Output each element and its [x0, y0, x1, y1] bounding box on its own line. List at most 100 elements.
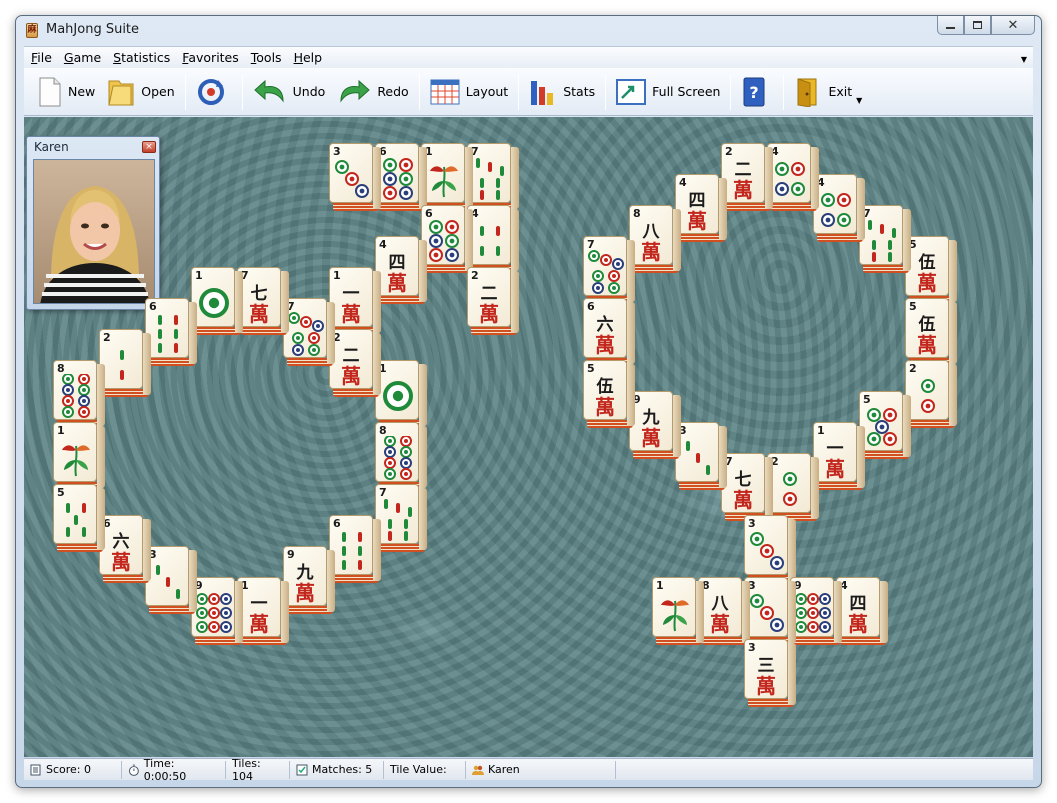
mahjong-tile[interactable]: 1 — [191, 267, 243, 335]
close-button[interactable]: ✕ — [991, 16, 1035, 35]
mahjong-tile[interactable]: 3 — [145, 546, 197, 614]
mahjong-tile[interactable]: 4四萬 — [675, 174, 727, 242]
new-button[interactable]: New — [32, 72, 101, 112]
menu-label-rest: elp — [302, 50, 323, 65]
mahjong-tile[interactable]: 7 — [467, 143, 519, 211]
mahjong-tile[interactable]: 7 — [583, 236, 635, 304]
layout-button[interactable]: Layout — [424, 72, 515, 112]
mahjong-tile[interactable]: 8八萬 — [698, 577, 750, 645]
mahjong-tile[interactable]: 8八萬 — [629, 205, 681, 273]
mahjong-tile[interactable]: 1一萬 — [237, 577, 289, 645]
undo-button[interactable]: Undo — [247, 72, 332, 112]
mahjong-tile[interactable]: 1 — [53, 422, 105, 490]
dots-suit-icon — [921, 379, 935, 413]
mahjong-tile[interactable]: 5 — [53, 484, 105, 552]
redo-button[interactable]: Redo — [331, 72, 414, 112]
mahjong-tile[interactable]: 5伍萬 — [583, 360, 635, 428]
mahjong-tile[interactable]: 7 — [859, 205, 911, 273]
menu-statistics[interactable]: Statistics — [108, 50, 175, 65]
tile-wan-glyph: 萬 — [595, 395, 615, 419]
mahjong-tile[interactable]: 4四萬 — [375, 236, 427, 304]
game-board: 3617644四萬2二萬17七萬1一萬6722二萬8118576六萬639九萬9… — [24, 117, 1033, 757]
dots-suit-icon — [867, 408, 897, 446]
mahjong-tile[interactable]: 7 — [375, 484, 427, 552]
open-button[interactable]: Open — [101, 72, 180, 112]
open-label: Open — [141, 84, 175, 99]
mahjong-tile[interactable]: 7七萬 — [237, 267, 289, 335]
menu-overflow-icon[interactable]: ▼ — [1021, 55, 1027, 64]
stats-button[interactable]: Stats — [523, 72, 601, 112]
tile-wan-glyph: 萬 — [848, 612, 868, 636]
tile-wan-glyph: 萬 — [295, 581, 315, 605]
toolbar-separator — [730, 73, 732, 110]
toolbar-separator — [418, 73, 420, 110]
restart-button[interactable] — [190, 72, 238, 112]
player-close-button[interactable]: × — [142, 141, 156, 153]
maximize-button[interactable] — [964, 16, 991, 35]
mahjong-tile[interactable]: 3三萬 — [744, 639, 796, 707]
mahjong-tile[interactable]: 1 — [375, 360, 427, 428]
mahjong-tile[interactable]: 4 — [813, 174, 865, 242]
mahjong-tile[interactable]: 1一萬 — [329, 267, 381, 335]
help-button[interactable]: ? — [735, 72, 779, 112]
mahjong-tile[interactable]: 8 — [53, 360, 105, 428]
menu-game[interactable]: Game — [59, 50, 106, 65]
mahjong-tile[interactable]: 6 — [375, 143, 427, 211]
mahjong-tile[interactable]: 2二萬 — [329, 329, 381, 397]
mahjong-tile[interactable]: 2二萬 — [721, 143, 773, 211]
mahjong-tile[interactable]: 3 — [675, 422, 727, 490]
menu-file[interactable]: File — [26, 50, 57, 65]
mahjong-tile[interactable]: 9 — [191, 577, 243, 645]
mahjong-tile[interactable]: 1 — [421, 143, 473, 211]
mahjong-tile[interactable]: 7 — [283, 298, 335, 366]
dots-suit-icon — [775, 162, 805, 196]
mahjong-tile[interactable]: 5 — [859, 391, 911, 459]
mahjong-tile[interactable]: 3 — [329, 143, 381, 211]
undo-arrow-icon — [253, 79, 284, 103]
player-avatar — [33, 159, 155, 304]
mahjong-tile[interactable]: 6 — [145, 298, 197, 366]
mahjong-tile[interactable]: 6六萬 — [583, 298, 635, 366]
mahjong-tile[interactable]: 2 — [767, 453, 819, 521]
minimize-button[interactable] — [937, 16, 964, 35]
dots-suit-icon — [384, 436, 412, 480]
bamboo-suit-icon — [158, 315, 178, 353]
exit-button[interactable]: Exit ▼ — [788, 72, 868, 112]
mahjong-tile[interactable]: 5伍萬 — [905, 236, 957, 304]
mahjong-tile[interactable]: 6 — [421, 205, 473, 273]
mahjong-tile[interactable]: 3 — [744, 577, 796, 645]
toolbar: New Open Undo Redo Layout Stats Full Scr… — [24, 68, 1033, 116]
title-bar[interactable]: 麻 MahJong Suite ✕ — [16, 16, 1041, 44]
mahjong-tile[interactable]: 7七萬 — [721, 453, 773, 521]
mahjong-tile[interactable]: 2 — [905, 360, 957, 428]
players-icon — [472, 765, 484, 775]
tile-wan-glyph: 萬 — [641, 240, 661, 264]
mahjong-tile[interactable]: 6六萬 — [99, 515, 151, 583]
close-icon: × — [145, 142, 153, 152]
fullscreen-icon — [616, 78, 647, 105]
mahjong-tile[interactable]: 1 — [652, 577, 704, 645]
mahjong-tile[interactable]: 4 — [467, 205, 519, 273]
mahjong-tile[interactable]: 2二萬 — [467, 267, 519, 335]
mahjong-tile[interactable]: 9九萬 — [283, 546, 335, 614]
dots-suit-icon — [588, 250, 624, 294]
undo-label: Undo — [292, 84, 326, 99]
mahjong-tile[interactable]: 4 — [767, 143, 819, 211]
mahjong-tile[interactable]: 9 — [790, 577, 842, 645]
menu-favorites[interactable]: Favorites — [177, 50, 243, 65]
menu-help[interactable]: Help — [289, 50, 328, 65]
menu-tools[interactable]: Tools — [246, 50, 287, 65]
mahjong-tile[interactable]: 4四萬 — [836, 577, 888, 645]
mahjong-tile[interactable]: 1一萬 — [813, 422, 865, 490]
menu-accelerator: G — [63, 50, 74, 65]
mahjong-tile[interactable]: 5伍萬 — [905, 298, 957, 366]
matches-status: Matches: 5 — [290, 760, 384, 779]
fullscreen-button[interactable]: Full Screen — [610, 72, 726, 112]
mahjong-tile[interactable]: 3 — [744, 515, 796, 583]
mahjong-tile[interactable]: 2 — [99, 329, 151, 397]
mahjong-tile[interactable]: 8 — [375, 422, 427, 490]
stopwatch-icon — [128, 764, 139, 776]
toolbar-overflow-icon[interactable]: ▼ — [856, 96, 862, 105]
mahjong-tile[interactable]: 6 — [329, 515, 381, 583]
mahjong-tile[interactable]: 9九萬 — [629, 391, 681, 459]
